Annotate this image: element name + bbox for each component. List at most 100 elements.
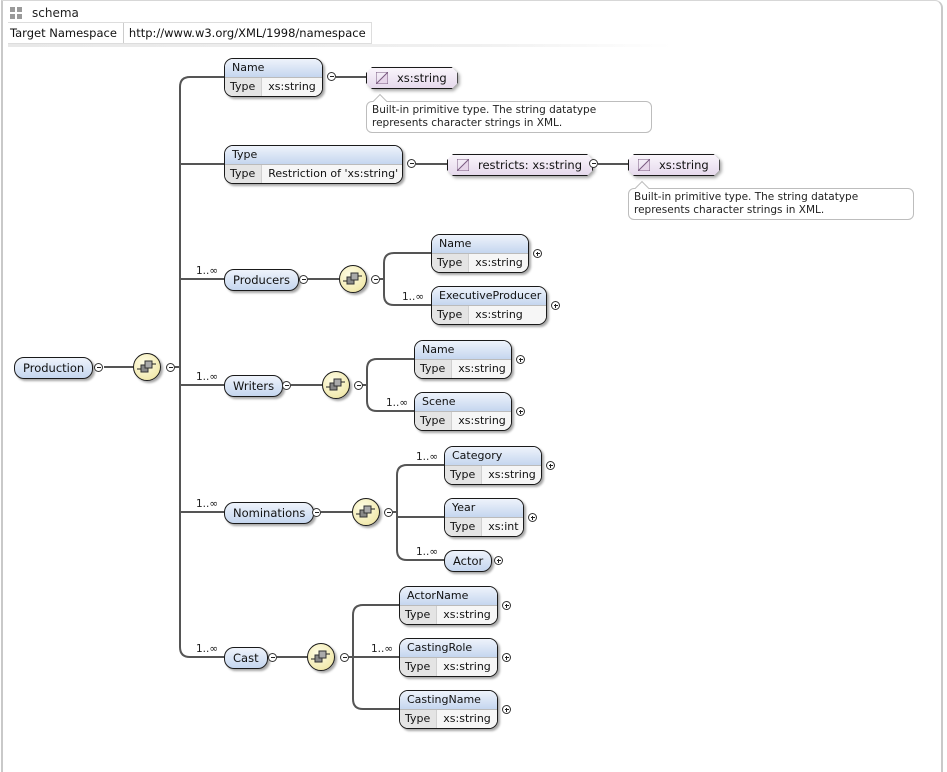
element-label: Name bbox=[415, 341, 511, 359]
element-label: ExecutiveProducer bbox=[432, 287, 546, 305]
element-actor[interactable]: Actor bbox=[444, 550, 493, 572]
cardinality-label: 1..∞ bbox=[196, 643, 219, 655]
type-key: Type bbox=[400, 606, 438, 624]
element-actorname[interactable]: ActorName Type xs:string bbox=[399, 586, 498, 625]
sequence-icon[interactable] bbox=[352, 498, 380, 526]
cardinality-label: 1..∞ bbox=[371, 643, 394, 655]
base-type-label: xs:string bbox=[659, 158, 709, 172]
simple-type-icon bbox=[376, 72, 388, 84]
element-writers[interactable]: Writers bbox=[224, 375, 284, 397]
tooltip-text: Built-in primitive type. The string data… bbox=[634, 191, 859, 216]
cardinality-label: 1..∞ bbox=[196, 371, 219, 383]
type-key: Type bbox=[400, 710, 438, 728]
collapse-toggle-writers[interactable] bbox=[282, 381, 291, 390]
base-type-node[interactable]: xs:string bbox=[628, 154, 718, 176]
cardinality-label: 1..∞ bbox=[416, 451, 439, 463]
type-value: xs:string bbox=[452, 412, 511, 430]
element-nominations[interactable]: Nominations bbox=[224, 502, 315, 524]
collapse-toggle-sequence[interactable] bbox=[384, 508, 393, 517]
type-value: xs:string bbox=[437, 658, 497, 676]
element-label: CastingName bbox=[400, 691, 497, 709]
sequence-icon[interactable] bbox=[339, 265, 367, 293]
element-scene[interactable]: Scene Type xs:string bbox=[414, 392, 512, 431]
type-value: Restriction of 'xs:string' bbox=[262, 165, 402, 183]
type-value: xs:int bbox=[482, 518, 523, 536]
element-label: CastingRole bbox=[400, 639, 497, 657]
expand-toggle[interactable] bbox=[494, 556, 503, 565]
sequence-icon[interactable] bbox=[307, 643, 335, 671]
expand-toggle[interactable] bbox=[546, 461, 555, 470]
wire bbox=[393, 464, 408, 561]
base-type-tooltip: Built-in primitive type. The string data… bbox=[628, 180, 914, 220]
collapse-toggle-name[interactable] bbox=[327, 72, 336, 81]
element-name-label: Name bbox=[225, 59, 322, 77]
cardinality-label: 1..∞ bbox=[402, 291, 425, 303]
type-value: xs:string bbox=[437, 710, 497, 728]
cardinality-label: 1..∞ bbox=[416, 546, 439, 558]
collapse-toggle-type[interactable] bbox=[407, 159, 416, 168]
element-castingrole[interactable]: CastingRole Type xs:string bbox=[399, 638, 498, 677]
type-value: xs:string bbox=[469, 306, 546, 324]
element-label: Name bbox=[432, 235, 528, 253]
element-type-label: Type bbox=[225, 146, 402, 164]
type-node-label: xs:string bbox=[397, 71, 447, 85]
restriction-node[interactable]: restricts: xs:string bbox=[447, 154, 587, 176]
sequence-icon[interactable] bbox=[133, 353, 161, 381]
type-key: Type bbox=[415, 360, 453, 378]
cardinality-label: 1..∞ bbox=[196, 265, 219, 277]
collapse-toggle-cast[interactable] bbox=[268, 653, 277, 662]
collapse-toggle-production[interactable] bbox=[94, 363, 103, 372]
collapse-toggle-restriction[interactable] bbox=[589, 159, 598, 168]
element-castingname[interactable]: CastingName Type xs:string bbox=[399, 690, 498, 729]
element-label: ActorName bbox=[400, 587, 497, 605]
type-key: Type bbox=[432, 254, 470, 272]
type-value: xs:string bbox=[482, 466, 541, 484]
element-label: Scene bbox=[415, 393, 511, 411]
element-cast[interactable]: Cast bbox=[224, 647, 268, 669]
expand-toggle[interactable] bbox=[516, 355, 525, 364]
expand-toggle[interactable] bbox=[533, 249, 542, 258]
element-production[interactable]: Production bbox=[14, 357, 94, 379]
element-category[interactable]: Category Type xs:string bbox=[444, 446, 542, 485]
element-type[interactable]: Type Type Restriction of 'xs:string' bbox=[224, 145, 403, 184]
collapse-toggle-producers[interactable] bbox=[299, 275, 308, 284]
type-value: xs:string bbox=[469, 254, 528, 272]
expand-toggle[interactable] bbox=[516, 407, 525, 416]
type-tooltip: Built-in primitive type. The string data… bbox=[366, 93, 652, 133]
restriction-label: restricts: xs:string bbox=[478, 158, 583, 172]
type-value: xs:string bbox=[452, 360, 511, 378]
element-label: Category bbox=[445, 447, 541, 465]
element-producers[interactable]: Producers bbox=[224, 269, 299, 291]
type-node-xs-string[interactable]: xs:string bbox=[366, 67, 454, 89]
element-executiveproducer[interactable]: ExecutiveProducer Type xs:string bbox=[431, 286, 547, 325]
type-key: Type bbox=[445, 466, 483, 484]
expand-toggle[interactable] bbox=[502, 705, 511, 714]
wire bbox=[380, 252, 395, 306]
cardinality-label: 1..∞ bbox=[386, 397, 409, 409]
collapse-toggle-sequence[interactable] bbox=[354, 381, 363, 390]
collapse-toggle-sequence[interactable] bbox=[166, 363, 175, 372]
element-writers-name[interactable]: Name Type xs:string bbox=[414, 340, 512, 379]
type-key: Type bbox=[225, 165, 263, 183]
tooltip-text: Built-in primitive type. The string data… bbox=[372, 104, 597, 129]
type-key: Type bbox=[225, 78, 263, 96]
element-name[interactable]: Name Type xs:string bbox=[224, 58, 323, 97]
collapse-toggle-sequence[interactable] bbox=[340, 653, 349, 662]
expand-toggle[interactable] bbox=[502, 601, 511, 610]
type-key: Type bbox=[445, 518, 483, 536]
cardinality-label: 1..∞ bbox=[196, 498, 219, 510]
element-producers-name[interactable]: Name Type xs:string bbox=[431, 234, 529, 273]
element-label: Year bbox=[445, 499, 523, 517]
expand-toggle[interactable] bbox=[551, 301, 560, 310]
collapse-toggle-nominations[interactable] bbox=[312, 508, 321, 517]
wire bbox=[362, 358, 378, 412]
type-key: Type bbox=[415, 412, 453, 430]
expand-toggle[interactable] bbox=[502, 653, 511, 662]
expand-toggle[interactable] bbox=[528, 513, 537, 522]
type-value: xs:string bbox=[262, 78, 322, 96]
sequence-icon[interactable] bbox=[322, 371, 350, 399]
element-year[interactable]: Year Type xs:int bbox=[444, 498, 524, 537]
type-key: Type bbox=[400, 658, 438, 676]
type-key: Type bbox=[432, 306, 470, 324]
collapse-toggle-sequence[interactable] bbox=[371, 275, 380, 284]
